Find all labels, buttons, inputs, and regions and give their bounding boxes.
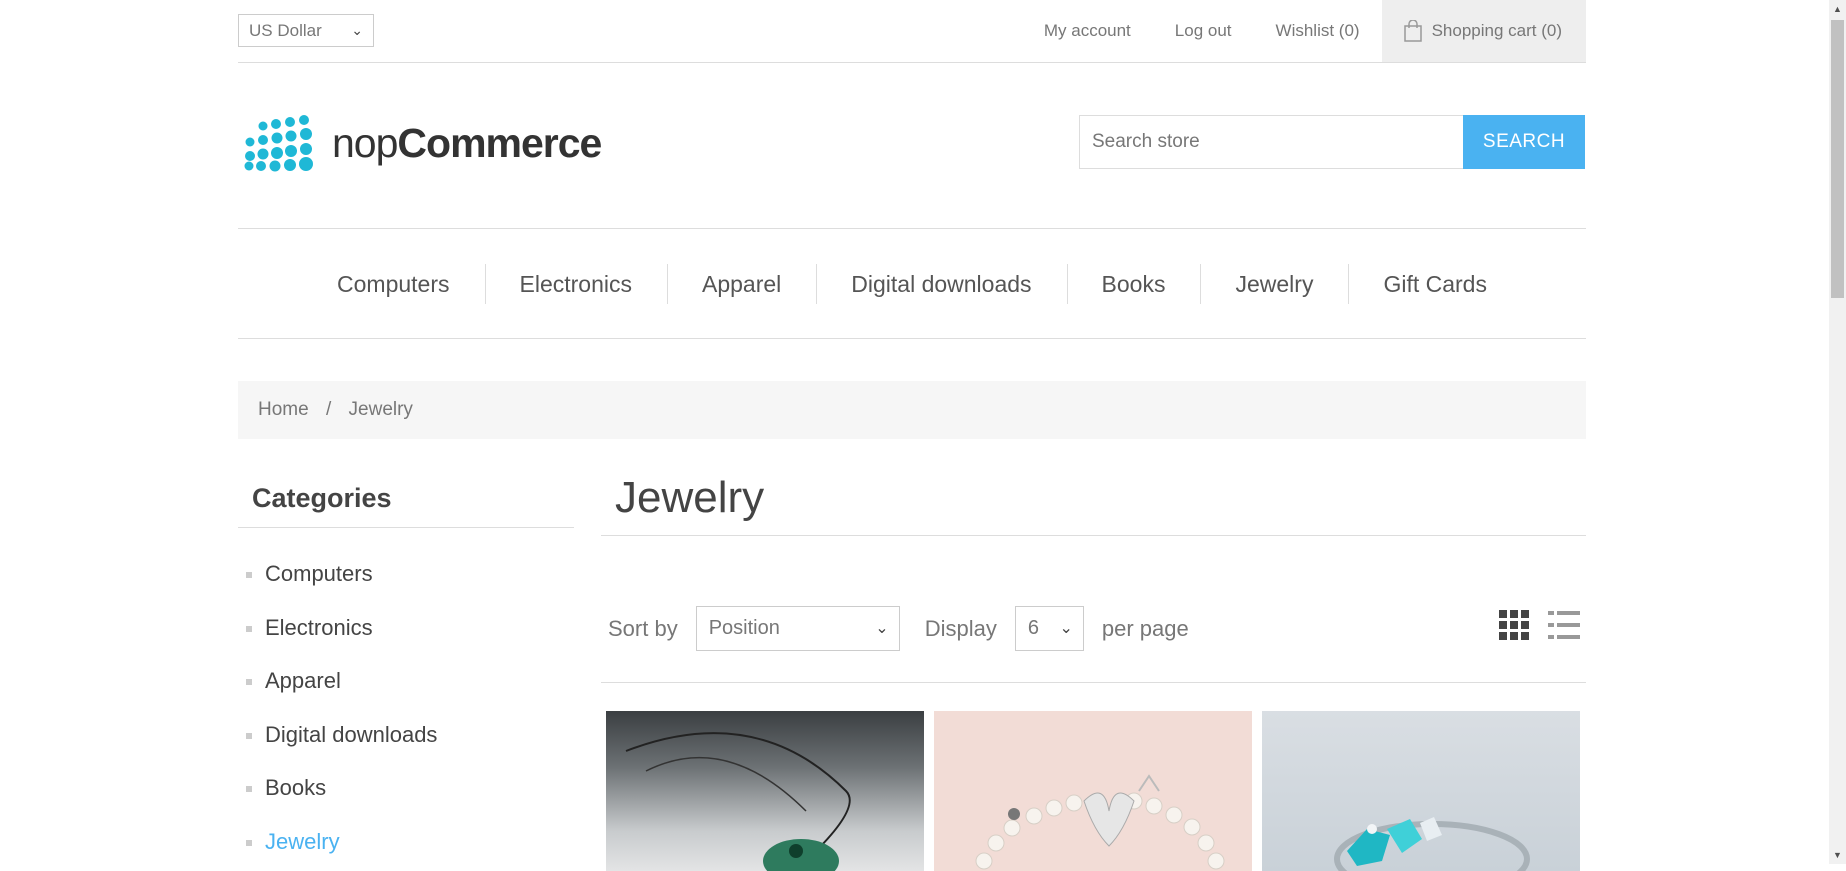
chevron-down-icon: ⌄ — [875, 620, 889, 637]
menu-item-digital-downloads[interactable]: Digital downloads — [816, 263, 1066, 304]
category-item-apparel[interactable]: Apparel — [238, 654, 574, 708]
logo-text-part2: Commerce — [397, 119, 602, 166]
currency-value: US Dollar — [249, 21, 322, 40]
product-selectors: Sort by Position ⌄ Display 6 ⌄ per page — [601, 605, 1586, 652]
ring-illustration — [1334, 817, 1530, 871]
logo-dots-icon — [244, 115, 313, 172]
necklace-illustration — [625, 732, 851, 871]
menu-item-electronics[interactable]: Electronics — [484, 263, 667, 304]
header-links: My account Log out Wishlist (0) Shopping… — [1022, 0, 1586, 62]
currency-selector[interactable]: US Dollar ⌄ — [238, 14, 374, 47]
shopping-cart-label: Shopping cart (0) — [1431, 21, 1562, 40]
top-menu: Computers Electronics Apparel Digital do… — [238, 228, 1586, 339]
sort-by-value: Position — [708, 617, 780, 639]
store-logo[interactable]: nopCommerce — [242, 114, 602, 172]
page-size-value: 6 — [1027, 617, 1039, 639]
product-image-ring[interactable] — [1262, 711, 1580, 871]
chevron-down-icon: ⌄ — [1059, 620, 1073, 637]
shopping-cart-link[interactable]: Shopping cart (0) — [1381, 0, 1586, 62]
menu-item-computers[interactable]: Computers — [302, 264, 484, 304]
sort-by-label: Sort by — [608, 615, 678, 641]
category-item-books[interactable]: Books — [238, 761, 574, 815]
my-account-link[interactable]: My account — [1044, 21, 1131, 41]
chevron-down-icon: ⌄ — [351, 22, 363, 38]
list-view-icon[interactable] — [1548, 609, 1580, 641]
wishlist-link[interactable]: Wishlist (0) — [1276, 21, 1360, 41]
scroll-up-arrow-icon[interactable]: ▲ — [1833, 4, 1842, 14]
breadcrumb-home-link[interactable]: Home — [258, 399, 309, 420]
breadcrumb: Home / Jewelry — [238, 381, 1586, 439]
logo-text-part1: nop — [332, 119, 398, 166]
page-scrollbar[interactable]: ▲ ▼ — [1829, 0, 1846, 864]
category-list: Computers Electronics Apparel Digital do… — [238, 547, 574, 868]
per-page-label: per page — [1101, 615, 1189, 641]
shopping-bag-icon — [1403, 20, 1422, 42]
display-label: Display — [924, 615, 997, 641]
sort-by-select[interactable]: Position ⌄ — [695, 606, 900, 651]
product-grid — [606, 711, 1580, 871]
breadcrumb-current: Jewelry — [348, 399, 413, 420]
view-mode-switch — [1498, 609, 1580, 641]
menu-item-gift-cards[interactable]: Gift Cards — [1348, 263, 1522, 304]
menu-item-jewelry[interactable]: Jewelry — [1200, 263, 1348, 304]
header-links-bar: US Dollar ⌄ My account Log out Wishlist … — [238, 0, 1586, 63]
grid-view-icon[interactable] — [1498, 609, 1530, 641]
menu-item-apparel[interactable]: Apparel — [666, 263, 816, 304]
menu-item-books[interactable]: Books — [1066, 263, 1201, 304]
breadcrumb-separator: / — [325, 399, 332, 420]
page: US Dollar ⌄ My account Log out Wishlist … — [238, 0, 1586, 871]
log-out-link[interactable]: Log out — [1175, 21, 1232, 41]
bracelet-illustration — [975, 774, 1225, 870]
product-image-bracelet[interactable] — [934, 711, 1252, 871]
page-title: Jewelry — [601, 470, 1586, 536]
category-item-computers[interactable]: Computers — [238, 547, 574, 601]
scrollbar-thumb[interactable] — [1831, 20, 1844, 298]
category-item-jewelry[interactable]: Jewelry — [238, 815, 574, 869]
category-item-digital-downloads[interactable]: Digital downloads — [238, 708, 574, 762]
search-input[interactable]: Search store — [1079, 115, 1463, 169]
search-button[interactable]: SEARCH — [1463, 115, 1585, 169]
sidebar: Categories Computers Electronics Apparel… — [238, 470, 574, 868]
page-size-select[interactable]: 6 ⌄ — [1014, 606, 1084, 651]
selectors-divider — [601, 682, 1586, 683]
product-image-necklace[interactable] — [606, 711, 924, 871]
search-box: Search store SEARCH — [1079, 115, 1585, 169]
category-item-electronics[interactable]: Electronics — [238, 601, 574, 655]
logo-text: nopCommerce — [332, 119, 602, 167]
scroll-down-arrow-icon[interactable]: ▼ — [1833, 850, 1842, 860]
sidebar-title: Categories — [238, 470, 574, 528]
main-content: Jewelry Sort by Position ⌄ Display 6 ⌄ p… — [601, 470, 1586, 871]
